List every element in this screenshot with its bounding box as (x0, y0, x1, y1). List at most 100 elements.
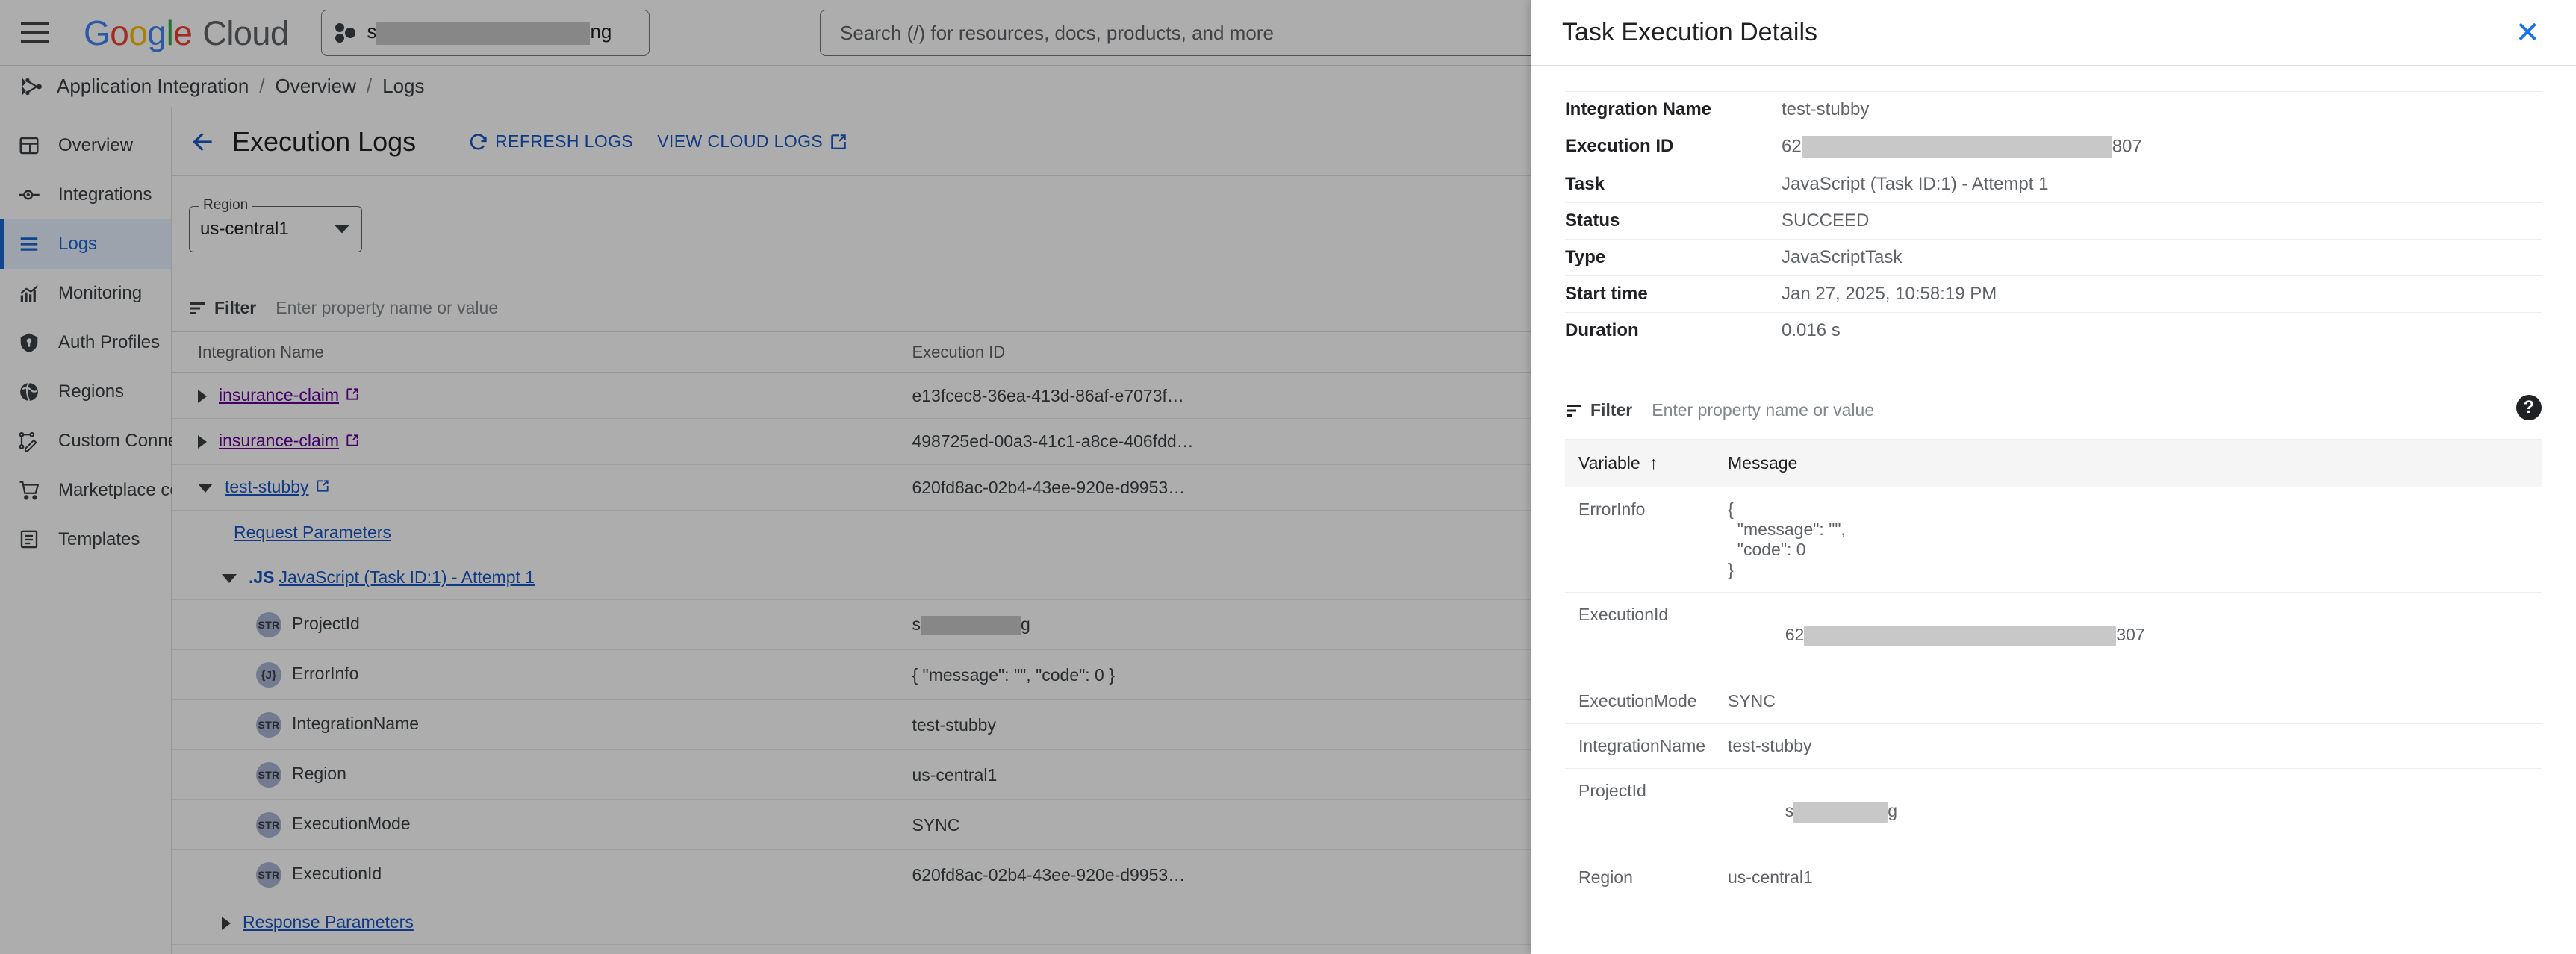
filter-icon (190, 302, 205, 314)
view-cloud-logs-button[interactable]: VIEW CLOUD LOGS (645, 121, 860, 163)
project-picker[interactable]: s ng (321, 9, 650, 56)
breadcrumb: Application Integration / Overview / Log… (0, 66, 1531, 107)
sidebar-item-label: Templates (58, 529, 140, 549)
request-parameters-link[interactable]: Request Parameters (234, 523, 391, 542)
empty-cell (912, 555, 1621, 601)
value-redacted (920, 616, 1021, 636)
sidebar-item-custom-connectors[interactable]: Custom Connectors (0, 417, 217, 466)
detail-value: JavaScriptTask (1782, 247, 1903, 267)
shield-key-icon (16, 330, 42, 355)
execution-id-cell: 620fd8ac-02b4-43ee-920e-d9953… (912, 464, 1621, 511)
variable-message: us-central1 (1714, 855, 2542, 900)
variable-value: sg (912, 599, 1621, 651)
detail-key: Task (1565, 174, 1605, 194)
sidebar-item-templates[interactable]: Templates (0, 515, 171, 564)
value-suffix: g (1020, 614, 1030, 635)
back-arrow-icon[interactable] (181, 121, 223, 163)
detail-row: Duration 0.016 s (1565, 312, 2542, 349)
project-name-redacted (376, 22, 591, 45)
str-type-icon: STR (256, 862, 281, 888)
execution-id-cell: e13fcec8-36ea-413d-86af-e7073f… (912, 372, 1621, 420)
view-cloud-logs-label: VIEW CLOUD LOGS (657, 131, 824, 151)
empty-cell (912, 510, 1621, 556)
response-parameters-link[interactable]: Response Parameters (243, 912, 414, 932)
detail-value: SUCCEED (1782, 211, 1870, 231)
expand-toggle-icon[interactable] (198, 435, 207, 449)
google-cloud-logo[interactable]: Google Cloud (84, 13, 289, 53)
variable-name: ErrorInfo (1565, 487, 1714, 593)
variable-name: Region (1565, 855, 1714, 900)
column-header-integration-name[interactable]: Integration Name (172, 331, 912, 373)
detail-key: Type (1565, 247, 1606, 267)
detail-row: Task JavaScript (Task ID:1) - Attempt 1 (1565, 166, 2542, 203)
sidebar-item-logs[interactable]: Logs (0, 219, 171, 269)
integration-link[interactable]: insurance-claim (219, 431, 339, 450)
column-header-variable-label: Variable (1578, 453, 1640, 473)
chevron-down-icon (335, 225, 349, 234)
help-icon[interactable]: ? (2516, 395, 2542, 420)
task-link[interactable]: JavaScript (Task ID:1) - Attempt 1 (279, 567, 535, 587)
breadcrumb-separator: / (259, 75, 265, 97)
variable-name: IntegrationName (292, 714, 420, 734)
refresh-logs-button[interactable]: REFRESH LOGS (456, 121, 645, 163)
open-in-new-icon[interactable] (345, 386, 360, 406)
shopping-cart-icon (16, 478, 42, 503)
empty-cell (912, 900, 1621, 946)
open-in-new-icon (831, 134, 846, 149)
monitoring-chart-icon (16, 281, 42, 306)
collapse-toggle-icon[interactable] (198, 483, 213, 493)
variable-value: 620fd8ac-02b4-43ee-920e-d9953… (912, 849, 1621, 901)
execution-id-cell: 498725ed-00a3-41c1-a8ce-406fdd… (912, 418, 1621, 465)
open-in-new-icon[interactable] (345, 432, 360, 452)
sidebar-item-label: Monitoring (58, 283, 143, 303)
variable-value: us-central1 (912, 749, 1621, 801)
sidebar-item-overview[interactable]: Overview (0, 121, 171, 170)
close-icon[interactable]: ✕ (2507, 13, 2548, 52)
detail-key: Execution ID (1565, 136, 1674, 156)
hamburger-menu-icon[interactable] (21, 19, 61, 47)
column-header-message[interactable]: Message (1714, 439, 2542, 487)
detail-row: Integration Name test-stubby (1565, 91, 2542, 128)
open-in-new-icon[interactable] (315, 478, 330, 498)
breadcrumb-item-2[interactable]: Logs (382, 75, 424, 98)
page-title: Execution Logs (232, 125, 417, 157)
sidebar-item-auth-profiles[interactable]: Auth Profiles (0, 318, 171, 367)
global-search-placeholder: Search (/) for resources, docs, products… (840, 21, 1274, 44)
variable-name: ExecutionMode (292, 814, 411, 834)
variable-name: ErrorInfo (292, 664, 359, 684)
filter-button[interactable]: Filter (189, 298, 256, 318)
value-suffix: g (1888, 800, 1897, 820)
detail-key: Integration Name (1565, 99, 1712, 119)
collapse-toggle-icon[interactable] (222, 574, 237, 584)
json-type-icon: {J} (256, 662, 281, 688)
column-header-execution-id[interactable]: Execution ID (912, 331, 1621, 373)
panel-filter-input[interactable]: Enter property name or value (1652, 400, 1874, 420)
variable-message: sg (1714, 768, 2542, 855)
sidebar-item-regions[interactable]: Regions (0, 367, 171, 417)
templates-icon (16, 527, 42, 552)
integration-link[interactable]: insurance-claim (219, 385, 339, 405)
cloud-wordmark: Cloud (202, 13, 289, 52)
breadcrumb-item-0[interactable]: Application Integration (57, 75, 249, 98)
sidebar-item-integrations[interactable]: Integrations (0, 170, 171, 219)
region-select[interactable]: Region us-central1 (189, 197, 362, 252)
str-type-icon: STR (256, 762, 281, 788)
sidebar-item-marketplace-connectors[interactable]: Marketplace connectors (0, 466, 249, 515)
sidebar-item-monitoring[interactable]: Monitoring (0, 269, 171, 318)
detail-row: Status SUCCEED (1565, 202, 2542, 240)
filter-input[interactable]: Enter property name or value (276, 298, 498, 318)
str-type-icon: STR (256, 812, 281, 838)
region-legend: Region (199, 197, 253, 213)
breadcrumb-item-1[interactable]: Overview (276, 75, 356, 98)
detail-value: 62 807 (1782, 128, 2542, 166)
variable-name: IntegrationName (1565, 723, 1714, 769)
integration-link[interactable]: test-stubby (225, 477, 309, 496)
vars-row: IntegrationName test-stubby (1565, 723, 2542, 769)
sidebar: Overview Integrations Logs Monitoring Au… (0, 107, 249, 954)
panel-filter-button[interactable]: Filter (1565, 400, 1632, 420)
detail-row: Execution ID 62 807 (1565, 128, 2542, 166)
expand-toggle-icon[interactable] (198, 389, 207, 403)
expand-toggle-icon[interactable] (222, 917, 231, 931)
column-header-variable[interactable]: Variable ↑ (1565, 439, 1714, 487)
vars-header-row: Variable ↑ Message (1565, 439, 2542, 487)
